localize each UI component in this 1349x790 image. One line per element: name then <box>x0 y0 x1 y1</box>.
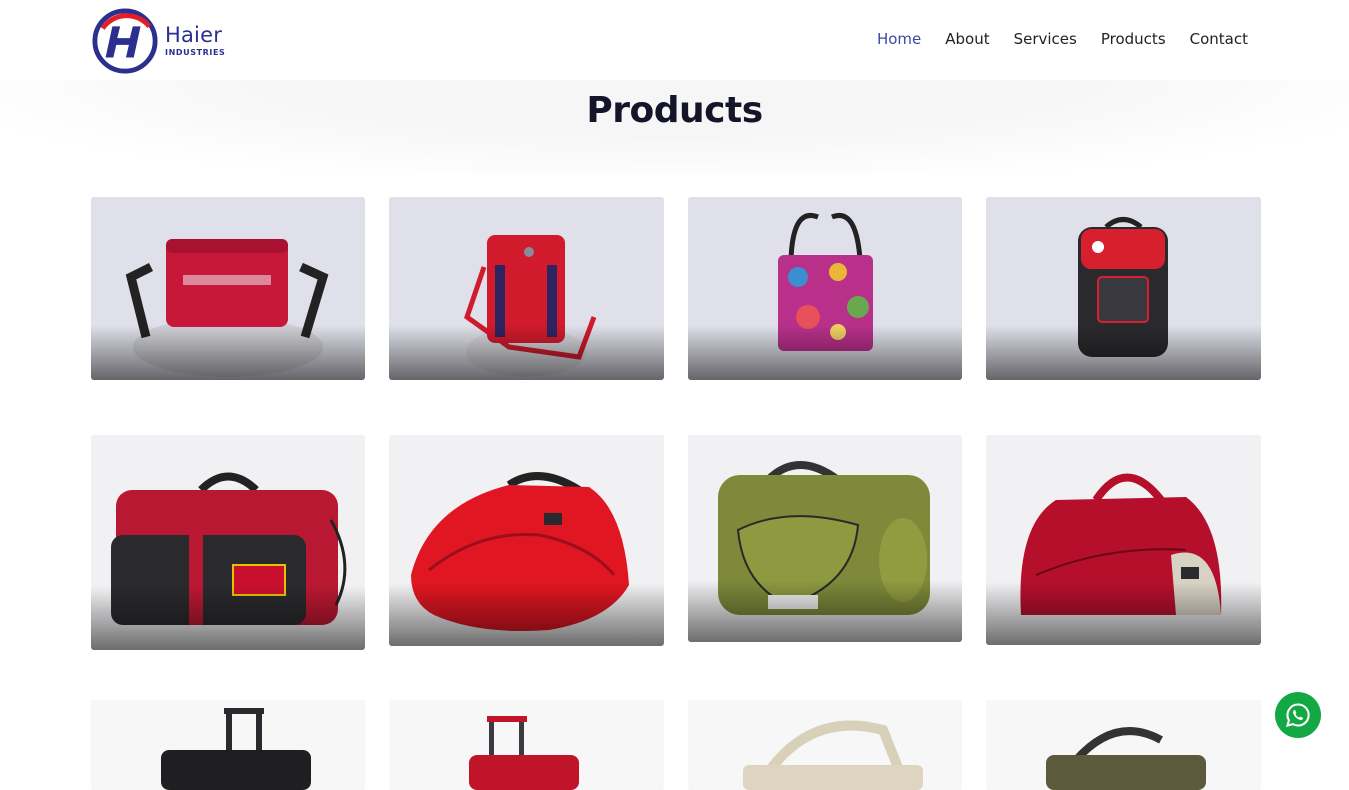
product-card[interactable] <box>389 700 664 790</box>
product-card[interactable] <box>389 197 664 380</box>
brand-name: Haier <box>165 23 223 47</box>
product-card[interactable] <box>91 435 365 650</box>
nav-about[interactable]: About <box>945 30 989 48</box>
product-card[interactable] <box>389 435 664 646</box>
product-card[interactable] <box>91 700 365 790</box>
haier-logo-icon <box>92 8 158 74</box>
nav-services[interactable]: Services <box>1014 30 1077 48</box>
product-image <box>688 700 962 790</box>
site-header: Haier INDUSTRIES Home About Services Pro… <box>0 0 1349 80</box>
product-card[interactable] <box>986 197 1261 380</box>
brand-logo[interactable]: Haier INDUSTRIES <box>91 5 231 77</box>
product-image <box>91 700 365 790</box>
product-image <box>389 700 664 790</box>
brand-subtitle: INDUSTRIES <box>165 48 226 57</box>
product-card[interactable] <box>986 700 1261 790</box>
page-title: Products <box>586 90 763 131</box>
whatsapp-button[interactable] <box>1275 692 1321 738</box>
product-card[interactable] <box>688 197 962 380</box>
product-card[interactable] <box>986 435 1261 645</box>
whatsapp-icon <box>1286 703 1310 727</box>
product-card[interactable] <box>688 435 962 642</box>
product-image <box>986 700 1261 790</box>
product-card[interactable] <box>91 197 365 380</box>
main-nav: Home About Services Products Contact <box>877 30 1248 48</box>
nav-home[interactable]: Home <box>877 30 921 48</box>
nav-products[interactable]: Products <box>1101 30 1166 48</box>
nav-contact[interactable]: Contact <box>1190 30 1248 48</box>
product-card[interactable] <box>688 700 962 790</box>
